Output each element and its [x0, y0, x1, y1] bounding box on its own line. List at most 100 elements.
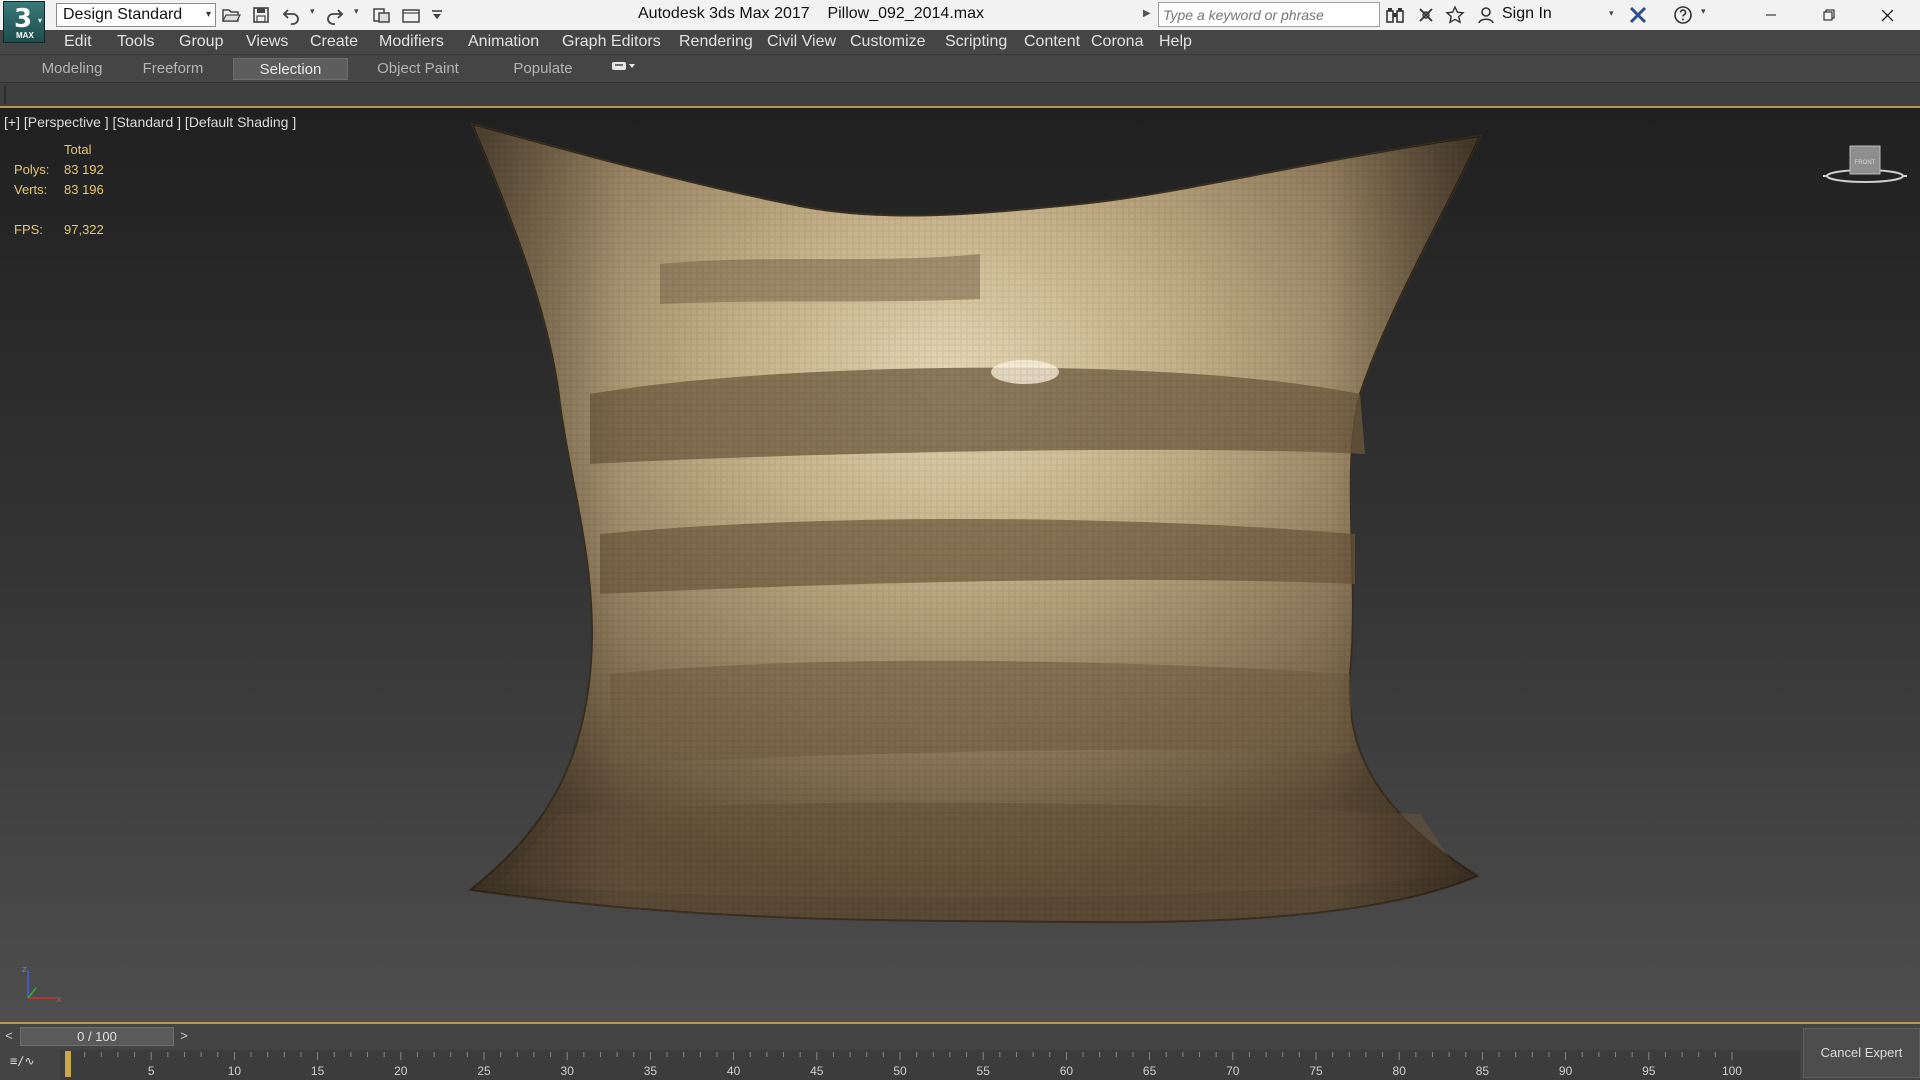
- app-logo-number: 3: [14, 4, 33, 34]
- sign-in-caret-icon[interactable]: ▾: [1609, 8, 1614, 19]
- polys-value: 83 192: [64, 162, 104, 177]
- stats-header: Total: [64, 142, 92, 157]
- timeline-tick-label: 10: [228, 1064, 242, 1078]
- tab-object-paint[interactable]: Object Paint: [368, 58, 468, 80]
- exchange-apps-icon[interactable]: [1626, 3, 1650, 27]
- menu-help[interactable]: Help: [1159, 33, 1192, 51]
- tab-selection[interactable]: Selection: [233, 58, 348, 80]
- timeline-tick-label: 95: [1642, 1064, 1656, 1078]
- timeline-tick-label: 5: [148, 1064, 155, 1078]
- timeline-tick-label: 45: [810, 1064, 824, 1078]
- search-input[interactable]: [1158, 2, 1380, 27]
- menu-graph-editors[interactable]: Graph Editors: [562, 33, 661, 51]
- timeline-tick-label: 75: [1309, 1064, 1323, 1078]
- timeline-tick-label: 90: [1559, 1064, 1573, 1078]
- cancel-expert-mode-button[interactable]: Cancel Expert Mode: [1803, 1028, 1920, 1078]
- undo-caret-icon[interactable]: ▾: [310, 6, 315, 17]
- workspace-select[interactable]: Design Standard ▾: [56, 3, 216, 27]
- viewcube[interactable]: FRONT: [1822, 144, 1908, 192]
- workspace-value: Design Standard: [63, 6, 183, 23]
- ribbon-toggle-icon: [612, 62, 635, 70]
- timeline-track[interactable]: 0510152025303540455055606570758085909510…: [60, 1050, 1800, 1080]
- timeline-tick-label: 25: [477, 1064, 491, 1078]
- axis-tripod: z x: [22, 965, 62, 1004]
- time-controls: < 0 / 100 > ≡∕∿ 051015202530354045505560…: [0, 1024, 1920, 1080]
- save-icon[interactable]: [248, 2, 274, 28]
- redo-caret-icon[interactable]: ▾: [354, 6, 359, 17]
- mini-curve-editor-button[interactable]: ≡∕∿: [10, 1054, 35, 1068]
- close-button[interactable]: [1858, 0, 1916, 30]
- favorites-star-icon[interactable]: [1443, 3, 1467, 27]
- subscription-icon[interactable]: [1414, 3, 1438, 27]
- timeline-tick-label: 35: [644, 1064, 658, 1078]
- project-icon[interactable]: [368, 2, 394, 28]
- menu-rendering[interactable]: Rendering: [679, 33, 753, 51]
- tab-populate[interactable]: Populate: [498, 58, 588, 80]
- menu-edit[interactable]: Edit: [64, 33, 92, 51]
- time-prev-button[interactable]: <: [0, 1026, 18, 1046]
- restore-button[interactable]: [1800, 0, 1858, 30]
- timeline-tick-label: 50: [893, 1064, 907, 1078]
- timeline-tick-label: 40: [727, 1064, 741, 1078]
- title-bar: 3 MAX ▾ Design Standard ▾ ▾ ▾ Autodesk 3…: [0, 0, 1920, 43]
- menu-content[interactable]: Content: [1024, 33, 1080, 51]
- ribbon-minimize-toggle[interactable]: [611, 60, 635, 75]
- time-next-button[interactable]: >: [175, 1026, 193, 1046]
- restore-icon: [1823, 9, 1835, 21]
- timeline-tick-label: 30: [561, 1064, 575, 1078]
- ribbon-grip[interactable]: [4, 86, 6, 104]
- axis-x-label: x: [56, 995, 62, 1004]
- open-icon[interactable]: [218, 2, 244, 28]
- timeline-tick-label: 85: [1476, 1064, 1490, 1078]
- tab-freeform[interactable]: Freeform: [130, 58, 216, 80]
- menu-modifiers[interactable]: Modifiers: [379, 33, 444, 51]
- menu-animation[interactable]: Animation: [468, 33, 539, 51]
- chevron-down-icon: ▾: [205, 9, 211, 20]
- axis-z-label: z: [22, 965, 27, 975]
- verts-label: Verts:: [14, 182, 48, 197]
- current-frame-marker[interactable]: [65, 1051, 71, 1077]
- menu-bar: Edit Tools Group Views Create Modifiers …: [0, 30, 1920, 55]
- tab-modeling[interactable]: Modeling: [30, 58, 114, 80]
- menu-scripting[interactable]: Scripting: [945, 33, 1007, 51]
- minimize-button[interactable]: [1742, 0, 1800, 30]
- menu-group[interactable]: Group: [179, 33, 223, 51]
- timeline-tick-label: 55: [977, 1064, 991, 1078]
- polys-label: Polys:: [14, 162, 50, 177]
- timeline-tick-label: 60: [1060, 1064, 1074, 1078]
- app-menu-button[interactable]: 3 MAX ▾: [3, 1, 45, 43]
- fps-label: FPS:: [14, 222, 43, 237]
- binoculars-icon[interactable]: [1383, 3, 1407, 27]
- folder-icon[interactable]: [398, 2, 424, 28]
- menu-views[interactable]: Views: [246, 33, 288, 51]
- redo-icon[interactable]: [322, 2, 348, 28]
- search-expand-icon[interactable]: ▶: [1143, 8, 1151, 19]
- menu-corona[interactable]: Corona: [1091, 33, 1143, 51]
- timeline-tick-label: 20: [394, 1064, 408, 1078]
- viewcube-face-label: FRONT: [1855, 160, 1876, 166]
- time-slider[interactable]: 0 / 100: [20, 1027, 174, 1046]
- ribbon-tabs: Modeling Freeform Selection Object Paint…: [0, 55, 1920, 82]
- minimize-icon: [1766, 14, 1776, 16]
- help-icon[interactable]: [1671, 3, 1695, 27]
- viewport-label-menu[interactable]: [+] [Perspective ] [Standard ] [Default …: [4, 114, 296, 130]
- user-icon[interactable]: [1474, 3, 1498, 27]
- menu-civil-view[interactable]: Civil View: [767, 33, 836, 51]
- menu-customize[interactable]: Customize: [850, 33, 926, 51]
- close-icon: [1881, 9, 1893, 21]
- pillow-model[interactable]: [460, 114, 1490, 1004]
- customize-icon[interactable]: [424, 2, 450, 28]
- help-caret-icon[interactable]: ▾: [1701, 6, 1706, 17]
- undo-icon[interactable]: [278, 2, 304, 28]
- verts-value: 83 196: [64, 182, 104, 197]
- sign-in-link[interactable]: Sign In: [1502, 5, 1552, 23]
- ribbon-panel: [0, 82, 1920, 106]
- window-title: Autodesk 3ds Max 2017 Pillow_092_2014.ma…: [638, 5, 984, 22]
- menu-tools[interactable]: Tools: [117, 33, 154, 51]
- timeline-tick-label: 80: [1393, 1064, 1407, 1078]
- timeline-tick-label: 15: [311, 1064, 325, 1078]
- timeline-tick-label: 70: [1226, 1064, 1240, 1078]
- menu-create[interactable]: Create: [310, 33, 358, 51]
- fps-value: 97,322: [64, 222, 104, 237]
- perspective-viewport[interactable]: [+] [Perspective ] [Standard ] [Default …: [0, 106, 1920, 1024]
